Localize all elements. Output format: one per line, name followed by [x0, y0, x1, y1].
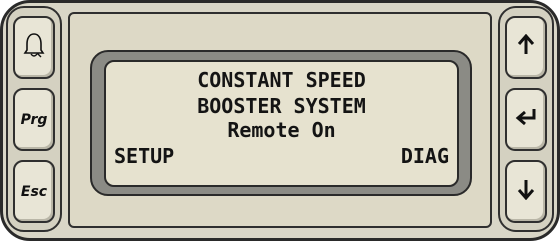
- prg-button[interactable]: Prg: [13, 88, 55, 151]
- up-button[interactable]: [505, 16, 547, 79]
- softkey-setup: SETUP: [114, 144, 175, 168]
- alarm-button[interactable]: [13, 16, 55, 79]
- lcd-line-3: Remote On: [227, 118, 336, 142]
- esc-button[interactable]: Esc: [13, 160, 55, 223]
- arrow-down-icon: [516, 178, 536, 205]
- enter-button[interactable]: [505, 88, 547, 151]
- prg-label: Prg: [20, 111, 48, 128]
- esc-label: Esc: [20, 183, 48, 200]
- down-button[interactable]: [505, 160, 547, 223]
- lcd-line-1: CONSTANT SPEED: [197, 68, 366, 92]
- lcd-screen: CONSTANT SPEED BOOSTER SYSTEM Remote On …: [104, 60, 459, 187]
- softkey-diag: DIAG: [400, 144, 449, 168]
- lcd-line-2: BOOSTER SYSTEM: [197, 94, 366, 118]
- arrow-up-icon: [516, 33, 536, 61]
- bell-icon: [23, 32, 45, 63]
- right-key-column: [498, 6, 554, 232]
- enter-icon: [515, 107, 537, 132]
- left-key-column: Prg Esc: [6, 6, 62, 232]
